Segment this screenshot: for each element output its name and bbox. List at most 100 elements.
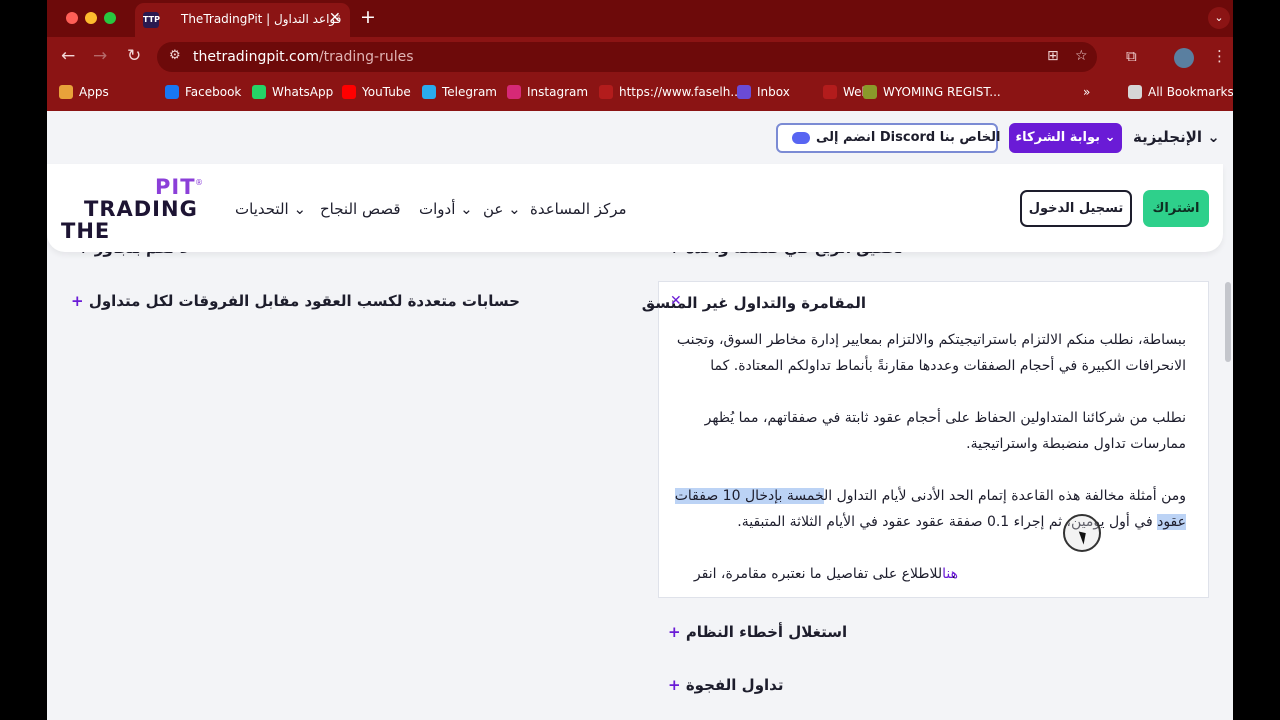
url-text: thetradingpit.com/trading-rules bbox=[193, 49, 414, 65]
browser-tab[interactable]: TTP TheTradingPit | قواعد التداول ✕ bbox=[135, 3, 350, 37]
bookmark-label: Facebook bbox=[185, 85, 242, 99]
collapse-icon[interactable]: ✕ bbox=[670, 293, 682, 309]
login-button[interactable]: تسجيل الدخول bbox=[1020, 190, 1132, 227]
page-scrollbar[interactable] bbox=[1223, 252, 1233, 720]
bookmark-folder[interactable]: All Bookmarks bbox=[1128, 85, 1233, 99]
bookmark-telegram[interactable]: Telegram bbox=[422, 85, 497, 99]
para-3-line-2: عقود في أول يومين، ثم إجراء 0.1 صفقة عقو… bbox=[737, 514, 1186, 530]
rule-gap-label: تداول الفجوة bbox=[685, 676, 784, 694]
bookmark-link[interactable]: https://www.faselh... bbox=[599, 85, 742, 99]
wyoming-icon bbox=[863, 85, 877, 99]
web-icon bbox=[823, 85, 837, 99]
site-info-icon[interactable]: ⚙ bbox=[169, 48, 181, 63]
para-3-line-1: ومن أمثلة مخالفة هذه القاعدة إتمام الحد … bbox=[674, 488, 1186, 504]
para-2-line-1: نطلب من شركائنا المتداولين الحفاظ على أح… bbox=[704, 410, 1186, 426]
rule-exploit-errors[interactable]: + استغلال أخطاء النظام bbox=[668, 623, 847, 641]
partners-portal-button[interactable]: بوابة الشركاء ⌄ bbox=[1009, 123, 1122, 153]
instagram-icon bbox=[507, 85, 521, 99]
tab-search-icon[interactable]: ⌄ bbox=[1208, 7, 1230, 29]
bookmark-facebook[interactable]: Facebook bbox=[165, 85, 241, 99]
bookmark-label: YouTube bbox=[362, 85, 411, 99]
link-icon bbox=[599, 85, 613, 99]
bookmark-apps[interactable]: Apps bbox=[59, 85, 109, 99]
nav-help-center[interactable]: مركز المساعدة bbox=[530, 200, 627, 218]
para-1-line-2: الانحرافات الكبيرة في أحجام الصفقات وعدد… bbox=[710, 358, 1186, 374]
site-header: PIT ® TRADING THE مركز المساعدة عن ⌄ أدو… bbox=[47, 164, 1223, 252]
para-4-end: . bbox=[951, 566, 956, 582]
nav-success-stories[interactable]: قصص النجاح bbox=[320, 200, 401, 218]
selected-text-1: خمسة بإدخال 10 صفقات bbox=[674, 488, 825, 504]
bookmark-star-icon[interactable]: ☆ bbox=[1075, 48, 1088, 64]
forward-icon[interactable]: → bbox=[93, 46, 107, 66]
desktop-right bbox=[1233, 0, 1280, 720]
plus-icon: + bbox=[71, 292, 84, 310]
rule-exploit-label: استغلال أخطاء النظام bbox=[685, 623, 848, 641]
language-label: الإنجليزية bbox=[1133, 128, 1203, 146]
signup-button[interactable]: اشتراك bbox=[1143, 190, 1209, 227]
minimize-window-button[interactable] bbox=[85, 12, 97, 24]
bookmark-label: Instagram bbox=[527, 85, 589, 99]
logo-pit: PIT bbox=[155, 175, 196, 199]
url-host: thetradingpit.com bbox=[193, 49, 319, 65]
translate-icon[interactable]: ⊞ bbox=[1047, 48, 1059, 64]
bookmark-label: https://www.faselh... bbox=[619, 85, 742, 99]
rule-gap-trading[interactable]: + تداول الفجوة bbox=[668, 676, 783, 694]
logo-trading: TRADING bbox=[84, 197, 198, 221]
close-window-button[interactable] bbox=[66, 12, 78, 24]
selected-text-2: عقود bbox=[1157, 514, 1186, 530]
url-path: /trading-rules bbox=[318, 49, 414, 65]
bookmark-inbox[interactable]: Inbox bbox=[737, 85, 790, 99]
logo-the: THE bbox=[61, 219, 111, 243]
para-4: هناللاطلاع على تفاصيل ما نعتبره مقامرة، … bbox=[694, 566, 958, 582]
bookmarks-bar: Apps Facebook WhatsApp YouTube Telegram Insta… bbox=[47, 77, 1233, 111]
new-tab-icon[interactable]: + bbox=[360, 6, 376, 28]
plus-icon: + bbox=[668, 623, 681, 641]
para-2-line-2: ممارسات تداول منضبطة واستراتيجية. bbox=[966, 436, 1186, 452]
para-4-rest: للاطلاع على تفاصيل ما نعتبره مقامرة، انق… bbox=[693, 566, 943, 582]
scrollbar-thumb[interactable] bbox=[1225, 282, 1231, 362]
bookmark-label: Apps bbox=[79, 85, 109, 99]
zoom-window-button[interactable] bbox=[104, 12, 116, 24]
bookmark-label: Telegram bbox=[442, 85, 497, 99]
inbox-icon bbox=[737, 85, 751, 99]
browser-window: TTP TheTradingPit | قواعد التداول ✕ + ⌄ … bbox=[47, 0, 1233, 720]
bookmark-wyoming[interactable]: WYOMING REGIST... bbox=[863, 85, 1001, 99]
reload-icon[interactable]: ↻ bbox=[127, 46, 141, 66]
nav-challenges[interactable]: التحديات ⌄ bbox=[235, 200, 306, 218]
para-3-start: ومن أمثلة مخالفة هذه القاعدة إتمام الحد … bbox=[824, 488, 1186, 504]
discord-join-button[interactable]: انضم إلى Discord الخاص بنا bbox=[776, 123, 1001, 153]
bookmark-label: Inbox bbox=[757, 85, 790, 99]
web-page: الإنجليزية ⌄ بوابة الشركاء ⌄ انضم إلى Di… bbox=[47, 111, 1233, 720]
bookmark-youtube[interactable]: YouTube bbox=[342, 85, 411, 99]
extensions-icon[interactable]: ⧉ bbox=[1126, 47, 1137, 65]
close-tab-icon[interactable]: ✕ bbox=[329, 10, 341, 26]
language-selector[interactable]: الإنجليزية ⌄ bbox=[1133, 128, 1220, 146]
discord-label: انضم إلى Discord الخاص بنا bbox=[816, 130, 1001, 145]
plus-icon: + bbox=[668, 676, 681, 694]
chrome-menu-icon[interactable]: ⋮ bbox=[1212, 47, 1227, 65]
youtube-icon bbox=[342, 85, 356, 99]
page-topbar: الإنجليزية ⌄ بوابة الشركاء ⌄ انضم إلى Di… bbox=[47, 111, 1233, 164]
desktop-left bbox=[0, 0, 47, 720]
rule-multiple-accounts[interactable]: حسابات متعددة لكسب العقود مقابل الفروقات… bbox=[71, 292, 520, 310]
rule-multiple-accounts-label: حسابات متعددة لكسب العقود مقابل الفروقات… bbox=[88, 292, 520, 310]
nav-about[interactable]: عن ⌄ bbox=[483, 200, 521, 218]
bookmark-label: WYOMING REGIST... bbox=[883, 85, 1001, 99]
more-bookmarks-icon[interactable]: » bbox=[1083, 85, 1090, 99]
profile-avatar[interactable] bbox=[1174, 48, 1194, 68]
discord-icon bbox=[792, 131, 810, 144]
bookmark-whatsapp[interactable]: WhatsApp bbox=[252, 85, 333, 99]
tab-strip: TTP TheTradingPit | قواعد التداول ✕ + ⌄ bbox=[47, 0, 1233, 37]
back-icon[interactable]: ← bbox=[61, 46, 75, 66]
nav-about-label: عن bbox=[483, 200, 504, 218]
facebook-icon bbox=[165, 85, 179, 99]
nav-tools-label: أدوات bbox=[419, 200, 456, 218]
bookmark-instagram[interactable]: Instagram bbox=[507, 85, 588, 99]
browser-toolbar: ← → ↻ ⚙ thetradingpit.com/trading-rules … bbox=[47, 37, 1233, 77]
tab-favicon-icon: TTP bbox=[143, 12, 160, 28]
nav-tools[interactable]: أدوات ⌄ bbox=[419, 200, 473, 218]
address-bar[interactable]: ⚙ thetradingpit.com/trading-rules ⊞ ☆ bbox=[157, 42, 1097, 72]
apps-icon bbox=[59, 85, 73, 99]
bookmark-label: WhatsApp bbox=[272, 85, 334, 99]
rule-card-gambling: المقامرة والتداول غير المتسق ✕ ببساطة، ن… bbox=[642, 281, 1209, 598]
